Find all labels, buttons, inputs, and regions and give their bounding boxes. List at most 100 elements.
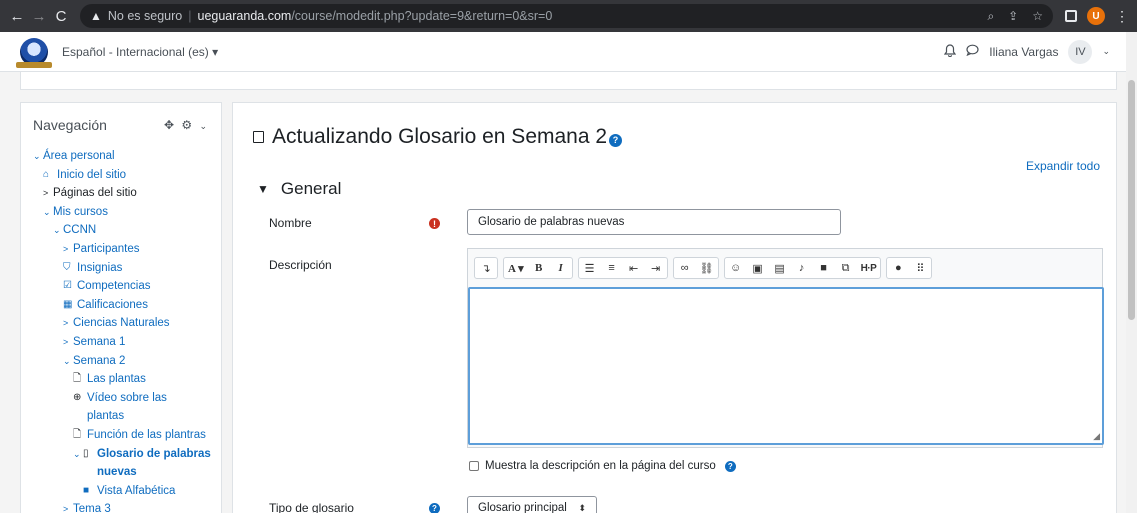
nav-item-label[interactable]: Área personal (43, 147, 115, 166)
name-input[interactable] (467, 209, 841, 235)
font-style-icon[interactable]: A ▾ (504, 258, 528, 278)
help-icon[interactable]: ? (429, 503, 440, 513)
nav-item-label[interactable]: Participantes (73, 240, 139, 259)
back-icon[interactable]: ← (6, 8, 28, 25)
nav-item-label[interactable]: Glosario de palabras nuevas (97, 445, 217, 482)
chevron-right-icon[interactable]: > (63, 333, 73, 352)
profile-avatar[interactable]: U (1087, 7, 1105, 25)
italic-icon[interactable]: I (550, 258, 572, 278)
glossary-type-select[interactable]: Glosario principal ⬍ (467, 496, 597, 513)
nav-item-label[interactable]: Semana 1 (73, 333, 125, 352)
share-icon[interactable]: ⇪ (1008, 9, 1018, 24)
site-logo[interactable] (16, 37, 52, 68)
browser-menu-icon[interactable]: ⋮ (1115, 8, 1129, 25)
nav-item-semana-2[interactable]: ⌄ Semana 2 (33, 352, 221, 371)
nav-item-participantes[interactable]: > Participantes (33, 240, 221, 259)
user-avatar[interactable]: IV (1068, 39, 1093, 64)
chevron-down-icon[interactable]: ⌄ (33, 147, 43, 166)
nav-item-competencias[interactable]: ☑ Competencias (33, 277, 221, 296)
ordered-list-icon[interactable]: ≡ (601, 258, 623, 278)
unordered-list-icon[interactable]: ☰ (579, 258, 601, 278)
image-icon[interactable]: ▣ (747, 258, 769, 278)
zoom-icon[interactable]: ⌕ (987, 9, 994, 24)
unlink-icon[interactable]: ⛓ (696, 258, 718, 278)
nav-item-label[interactable]: Función de las plantras (87, 426, 206, 445)
bold-icon[interactable]: B (528, 258, 550, 278)
nav-item-label[interactable]: Mis cursos (53, 203, 108, 222)
notifications-bell-icon[interactable] (944, 43, 957, 60)
nav-item-label[interactable]: Vista Alfabética (97, 482, 175, 501)
language-menu[interactable]: Español - Internacional (es) ▾ (62, 45, 218, 59)
warning-icon[interactable]: ▲ (90, 9, 102, 23)
outdent-icon[interactable]: ⇤ (623, 258, 645, 278)
show-description-checkbox[interactable] (469, 461, 479, 471)
nav-item-label[interactable]: CCNN (63, 221, 96, 240)
nav-item-tema-3[interactable]: > Tema 3 (33, 500, 221, 513)
scrollbar-thumb[interactable] (1128, 80, 1135, 320)
screenreader-helper-icon[interactable]: ⠿ (909, 258, 931, 278)
nav-item-inicio[interactable]: ⌂ Inicio del sitio (33, 166, 221, 185)
forward-icon[interactable]: → (28, 8, 50, 25)
chevron-down-icon[interactable]: ⌄ (73, 445, 83, 464)
description-textarea[interactable]: ◢ (468, 287, 1104, 445)
page-scrollbar[interactable] (1126, 32, 1137, 513)
show-description-label[interactable]: Muestra la descripción en la página del … (485, 460, 716, 472)
nav-item-label[interactable]: Vídeo sobre las plantas (87, 389, 207, 426)
h5p-icon[interactable]: H·P (857, 258, 881, 278)
accessibility-checker-icon[interactable]: ● (887, 258, 909, 278)
nav-item-area-personal[interactable]: ⌄ Área personal (33, 147, 221, 166)
move-icon[interactable]: ✥ (164, 118, 176, 132)
nav-item-label[interactable]: Competencias (77, 277, 151, 296)
expand-all-link[interactable]: Expandir todo (1026, 159, 1100, 173)
section-general-toggle[interactable]: ▼ General (257, 179, 341, 199)
chevron-down-icon[interactable]: ⌄ (199, 121, 209, 131)
messages-icon[interactable] (966, 44, 979, 59)
bookmark-star-icon[interactable]: ☆ (1032, 9, 1043, 24)
nav-item-paginas[interactable]: > Páginas del sitio (33, 184, 221, 203)
side-panel-icon[interactable] (1065, 10, 1077, 22)
user-name[interactable]: Iliana Vargas (989, 45, 1058, 59)
nav-item-calificaciones[interactable]: ▦ Calificaciones (33, 296, 221, 315)
nav-item-insignias[interactable]: ⛉ Insignias (33, 259, 221, 278)
address-bar[interactable]: ▲ No es seguro | ueguaranda.com/course/m… (80, 4, 1053, 28)
link-icon[interactable]: ∞ (674, 258, 696, 278)
nav-item-label[interactable]: Semana 2 (73, 352, 125, 371)
nav-item-las-plantas[interactable]: 🗋 Las plantas (33, 370, 221, 389)
nav-item-label[interactable]: Páginas del sitio (53, 184, 137, 203)
indent-icon[interactable]: ⇥ (645, 258, 667, 278)
nav-item-label[interactable]: Tema 3 (73, 500, 111, 513)
chevron-right-icon[interactable]: > (63, 500, 73, 513)
nav-item-label[interactable]: Calificaciones (77, 296, 148, 315)
manage-files-icon[interactable]: ⧉ (835, 258, 857, 278)
chevron-right-icon[interactable]: > (63, 314, 73, 333)
user-menu-chevron-icon[interactable]: ⌄ (1102, 46, 1110, 57)
emoji-icon[interactable]: ☺ (725, 258, 747, 278)
help-icon[interactable]: ? (724, 460, 736, 472)
security-label[interactable]: No es seguro (108, 9, 182, 23)
nav-item-label[interactable]: Inicio del sitio (57, 166, 126, 185)
help-icon[interactable]: ? (609, 133, 623, 147)
nav-item-label[interactable]: Las plantas (87, 370, 146, 389)
chevron-right-icon[interactable]: > (63, 240, 73, 259)
chevron-down-icon[interactable]: ▼ (257, 182, 269, 196)
nav-item-ccnn[interactable]: ⌄ CCNN (33, 221, 221, 240)
chevron-right-icon[interactable]: > (43, 184, 53, 203)
chevron-down-icon[interactable]: ⌄ (43, 203, 53, 222)
chevron-down-icon[interactable]: ⌄ (53, 221, 63, 240)
record-video-icon[interactable]: ■ (813, 258, 835, 278)
nav-item-ciencias-naturales[interactable]: > Ciencias Naturales (33, 314, 221, 333)
reload-icon[interactable]: C (50, 8, 72, 25)
nav-item-video[interactable]: ⊕ Vídeo sobre las plantas (33, 389, 221, 426)
nav-item-vista-alfabetica[interactable]: ■ Vista Alfabética (33, 482, 221, 501)
record-audio-icon[interactable]: ♪ (791, 258, 813, 278)
collapse-icon[interactable]: ↴ (475, 258, 497, 278)
nav-item-label[interactable]: Insignias (77, 259, 122, 278)
nav-item-funcion[interactable]: 🗋 Función de las plantras (33, 426, 221, 445)
chevron-down-icon[interactable]: ⌄ (63, 352, 73, 371)
nav-item-label[interactable]: Ciencias Naturales (73, 314, 170, 333)
nav-item-glosario[interactable]: ⌄ ▯ Glosario de palabras nuevas (33, 445, 221, 482)
block-controls[interactable]: ✥ ⚙ ⌄ (164, 118, 209, 132)
gear-icon[interactable]: ⚙ (181, 118, 194, 132)
nav-item-semana-1[interactable]: > Semana 1 (33, 333, 221, 352)
resize-grip-icon[interactable]: ◢ (1093, 431, 1100, 442)
